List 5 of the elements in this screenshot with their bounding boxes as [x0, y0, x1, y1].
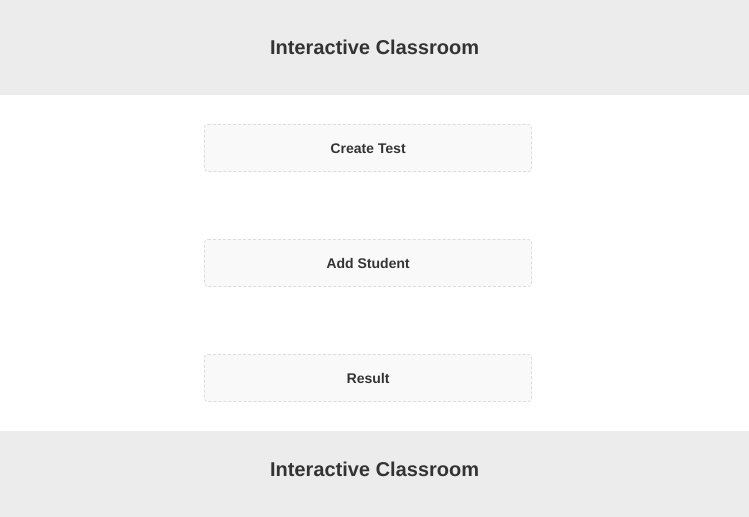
- menu-button[interactable]: Result: [204, 354, 532, 402]
- page-title: Interactive Classroom: [270, 36, 479, 60]
- menu-button[interactable]: Add Student: [204, 239, 532, 287]
- page-title: Interactive Classroom: [270, 458, 479, 483]
- menu-button[interactable]: Create Test: [204, 124, 532, 172]
